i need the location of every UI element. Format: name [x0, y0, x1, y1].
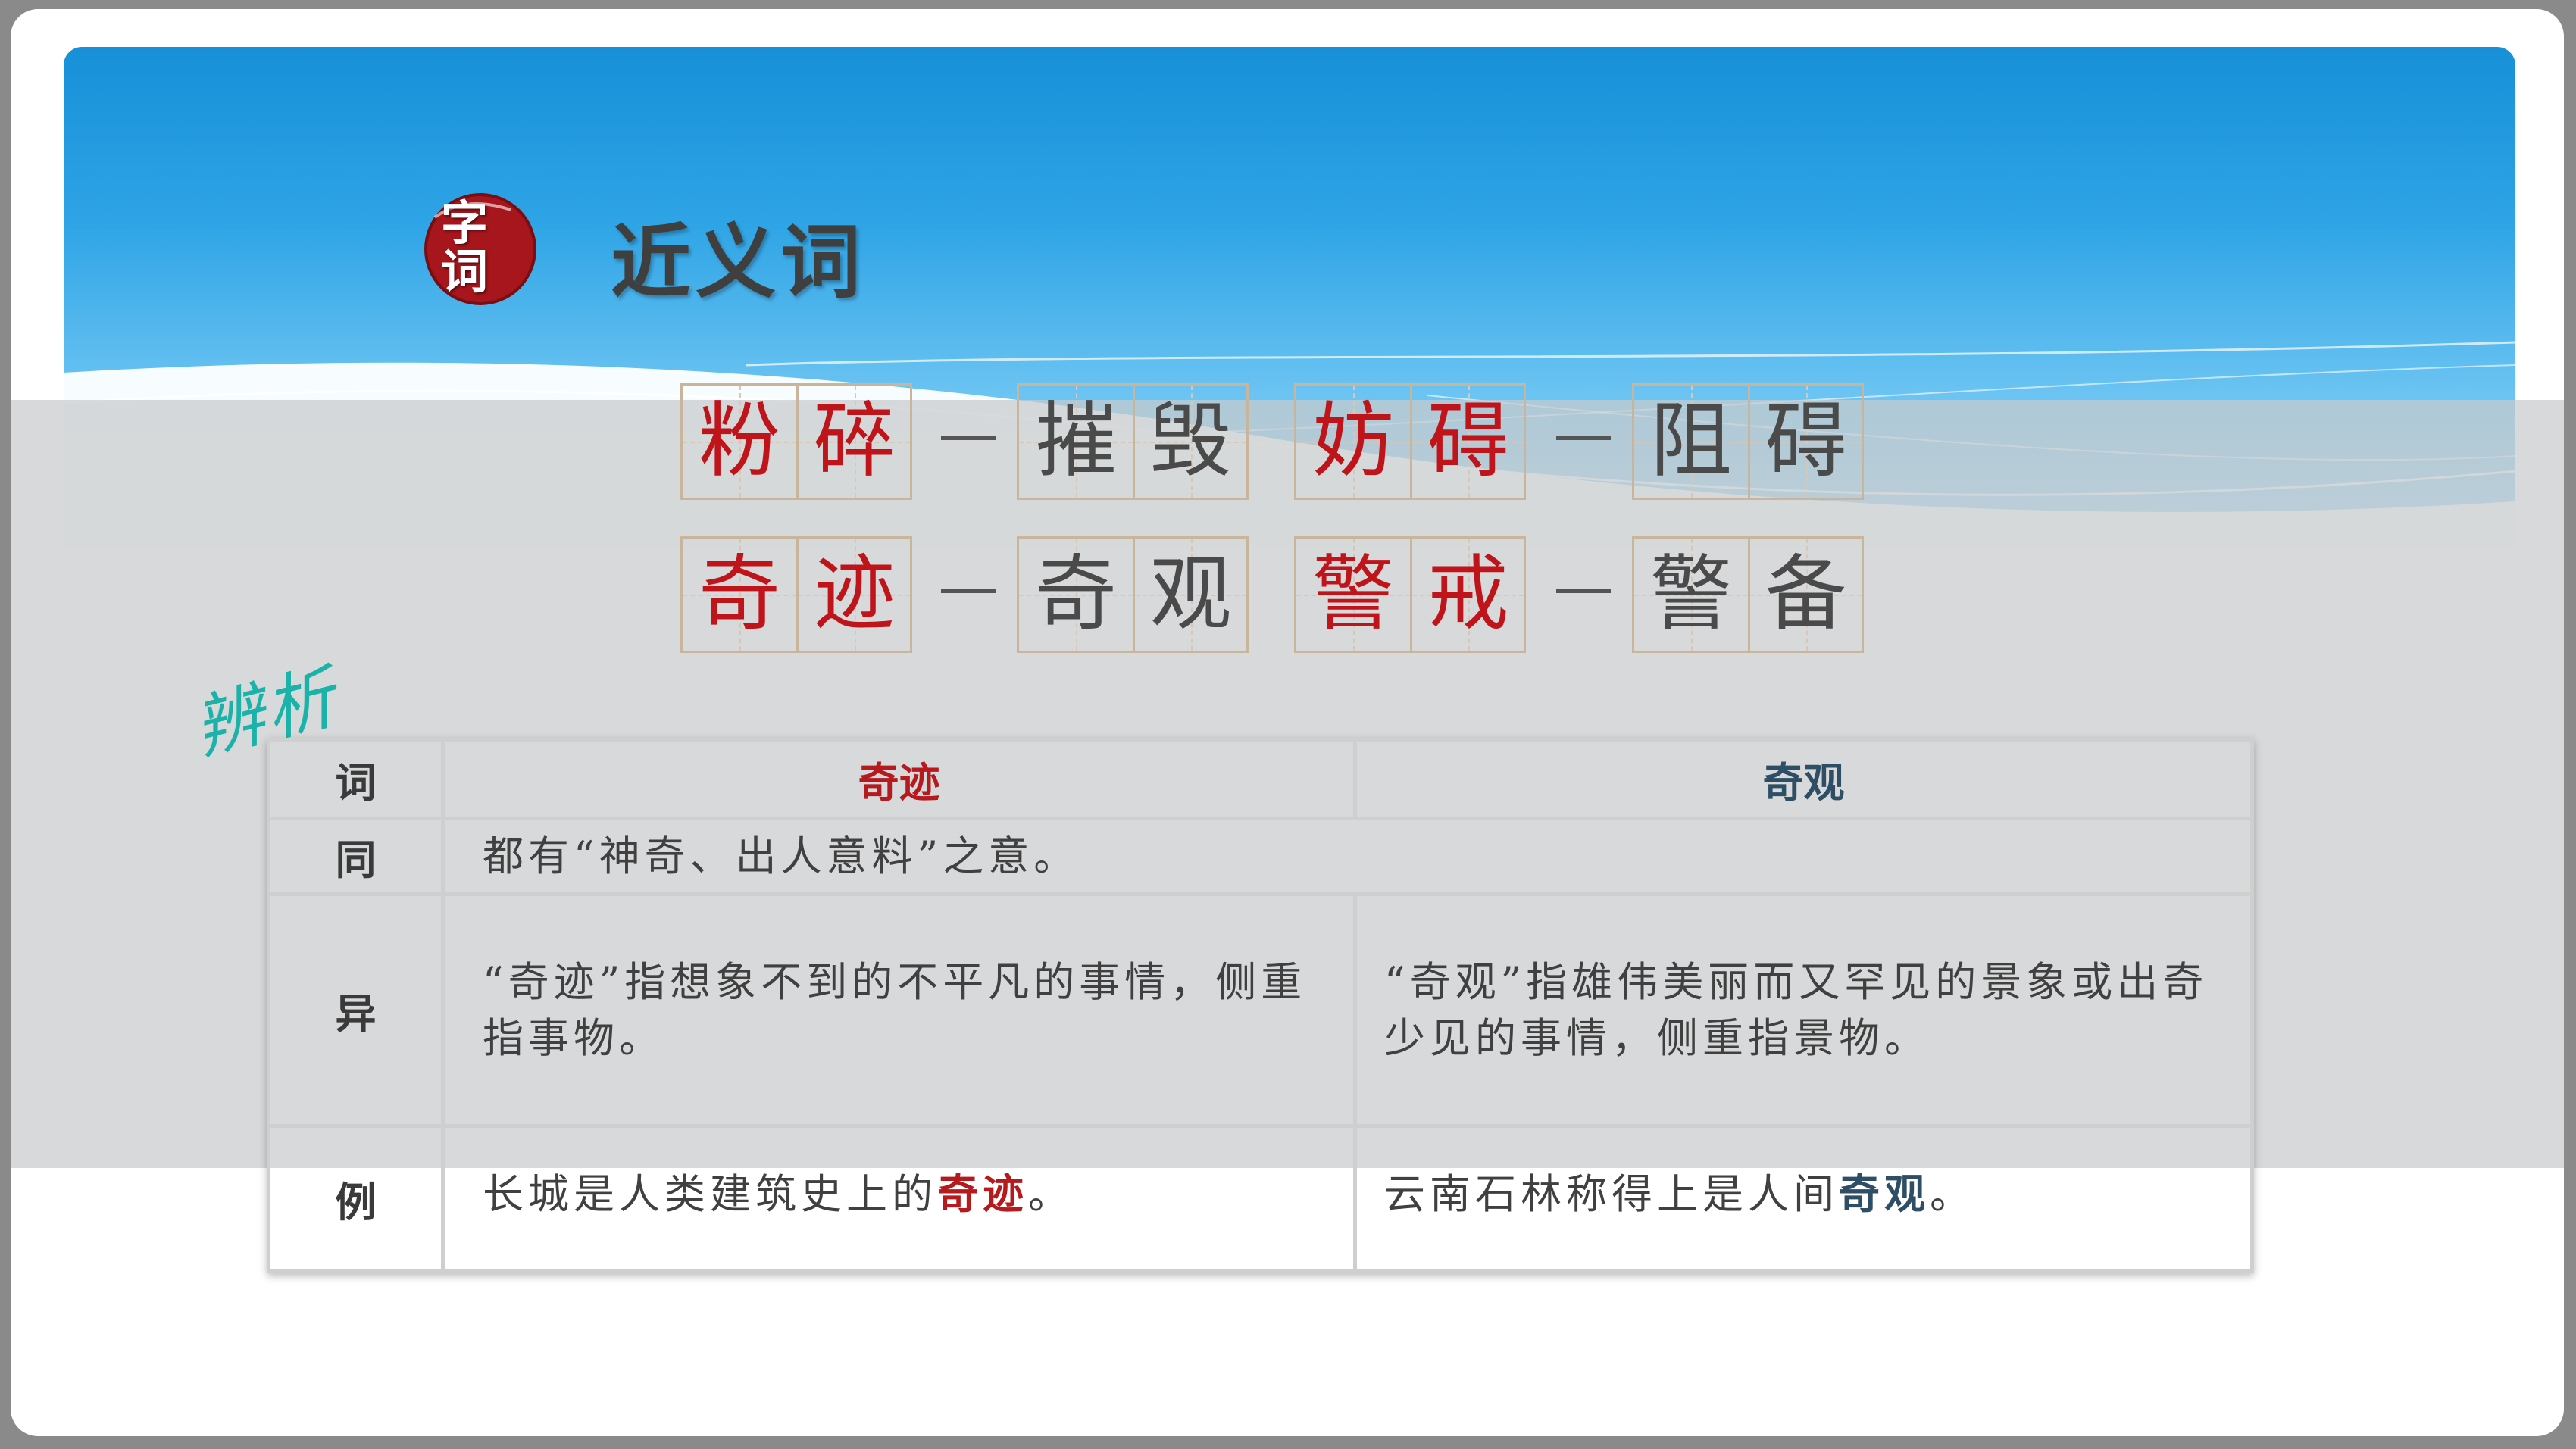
column-header-word-a: 奇迹 [441, 738, 1357, 820]
comparison-table: 词 奇迹 奇观 同 都有“神奇、出人意料”之意。 异 “奇迹”指想象不到的不平凡… [267, 738, 2254, 1273]
row-label: 例 [267, 1124, 445, 1273]
slide: 字词 近义词 粉 碎 摧 毁 妨 碍 阻 碍 奇 迹 奇 观 警 戒 警 备 辨… [11, 9, 2564, 1436]
difference-text-a: “奇迹”指想象不到的不平凡的事情，侧重指事物。 [441, 892, 1357, 1128]
char-cell: 毁 [1133, 386, 1246, 498]
word-grid: 粉 碎 [680, 383, 912, 500]
char-cell: 摧 [1019, 386, 1133, 498]
badge-text: 字词 [441, 195, 489, 299]
char-cell: 碍 [1410, 386, 1524, 498]
char-cell: 警 [1634, 539, 1748, 651]
difference-text-b: “奇观”指雄伟美丽而又罕见的景象或出奇少见的事情，侧重指景物。 [1353, 892, 2254, 1128]
dash-separator [1556, 589, 1611, 593]
word-pair-row-1: 粉 碎 摧 毁 妨 碍 阻 碍 [11, 383, 2564, 501]
char-cell: 迹 [796, 539, 910, 651]
word-grid: 妨 碍 [1294, 383, 1526, 500]
dash-separator [941, 589, 996, 593]
char-cell: 碍 [1748, 386, 1862, 498]
table-row-example: 例 长城是人类建筑史上的奇迹。 云南石林称得上是人间奇观。 [267, 1124, 2254, 1273]
page-title: 近义词 [611, 216, 865, 309]
column-header-word-b: 奇观 [1353, 738, 2254, 820]
char-cell: 粉 [683, 386, 796, 498]
word-pair-row-2: 奇 迹 奇 观 警 戒 警 备 [11, 536, 2564, 654]
char-cell: 奇 [683, 539, 796, 651]
dash-separator [941, 436, 996, 440]
char-cell: 观 [1133, 539, 1246, 651]
char-cell: 戒 [1410, 539, 1524, 651]
table-row-same: 同 都有“神奇、出人意料”之意。 [267, 817, 2254, 896]
example-text-b: 云南石林称得上是人间奇观。 [1353, 1124, 2254, 1273]
word-badge-icon: 字词 [420, 187, 541, 308]
char-cell: 碎 [796, 386, 910, 498]
char-cell: 奇 [1019, 539, 1133, 651]
row-label: 词 [267, 738, 445, 820]
row-label: 同 [267, 817, 445, 896]
table-row-difference: 异 “奇迹”指想象不到的不平凡的事情，侧重指事物。 “奇观”指雄伟美丽而又罕见的… [267, 892, 2254, 1128]
word-grid: 警 戒 [1294, 536, 1526, 653]
example-text-a: 长城是人类建筑史上的奇迹。 [441, 1124, 1357, 1273]
row-label: 异 [267, 892, 445, 1128]
synonym-grid: 阻 碍 [1632, 383, 1864, 500]
word-grid: 奇 迹 [680, 536, 912, 653]
dash-separator [1556, 436, 1611, 440]
synonym-grid: 奇 观 [1017, 536, 1249, 653]
synonym-grid: 摧 毁 [1017, 383, 1249, 500]
char-cell: 妨 [1296, 386, 1410, 498]
table-header-row: 词 奇迹 奇观 [267, 738, 2254, 820]
char-cell: 备 [1748, 539, 1862, 651]
char-cell: 阻 [1634, 386, 1748, 498]
synonym-grid: 警 备 [1632, 536, 1864, 653]
char-cell: 警 [1296, 539, 1410, 651]
same-meaning-text: 都有“神奇、出人意料”之意。 [441, 817, 2254, 896]
